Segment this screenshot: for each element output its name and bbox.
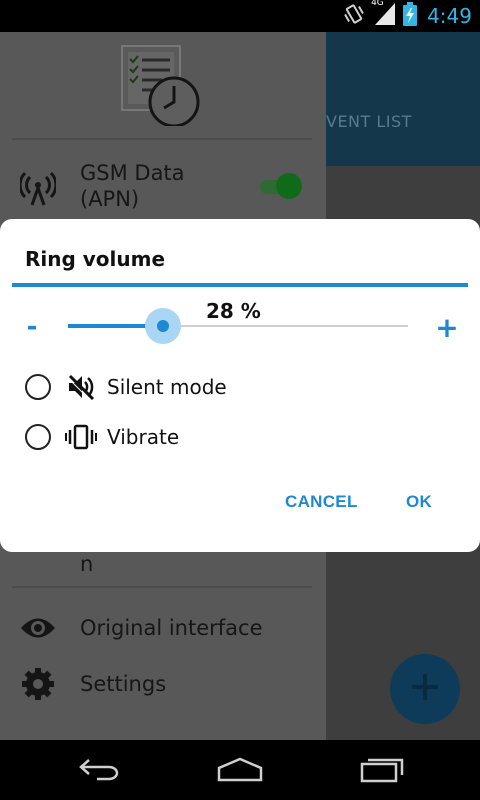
drawer-divider-bottom: [12, 586, 312, 588]
add-fab-button[interactable]: [390, 654, 460, 724]
drawer-item-label: Original interface: [80, 616, 263, 640]
vibrate-icon: [65, 423, 97, 451]
toggle-thumb: [276, 173, 302, 199]
recent-apps-icon: [359, 755, 405, 787]
eye-icon: [20, 610, 56, 646]
dialog-title-divider: [12, 283, 468, 287]
signal-icon: 4G: [371, 0, 396, 29]
antenna-icon: [20, 171, 56, 207]
dialog-title: Ring volume: [25, 247, 166, 271]
gsm-data-label-line1: GSM Data: [80, 161, 185, 185]
status-bar: 4G 4:49: [0, 0, 480, 32]
network-type-label: 4G: [371, 0, 384, 8]
drawer-item-original-interface[interactable]: Original interface: [0, 600, 326, 656]
status-icons: 4G 4:49: [341, 0, 472, 32]
vibrate-radio[interactable]: [25, 424, 51, 450]
silent-mode-option[interactable]: Silent mode: [25, 372, 227, 402]
silent-mode-label: Silent mode: [107, 375, 227, 399]
drawer-item-label: Settings: [80, 672, 167, 696]
home-icon: [216, 756, 264, 786]
back-button[interactable]: [70, 754, 130, 788]
drawer-item-gsm-data[interactable]: GSM Data (APN): [0, 158, 326, 220]
volume-off-icon: [65, 373, 97, 401]
vibrate-option[interactable]: Vibrate: [25, 422, 179, 452]
gear-icon: [20, 666, 56, 702]
volume-decrease-button[interactable]: -: [24, 314, 40, 340]
drawer-item-label: GSM Data (APN): [80, 160, 185, 212]
app-logo-icon: [120, 42, 204, 128]
home-button[interactable]: [210, 754, 270, 788]
plus-icon: [410, 672, 440, 706]
status-time: 4:49: [427, 4, 472, 28]
slider-thumb[interactable]: [157, 320, 169, 332]
silent-mode-radio[interactable]: [25, 374, 51, 400]
recent-apps-button[interactable]: [352, 754, 412, 788]
vibrate-label: Vibrate: [107, 425, 180, 449]
tab-event-list[interactable]: VENT LIST: [326, 112, 412, 131]
ok-button[interactable]: OK: [406, 492, 432, 512]
volume-slider[interactable]: [68, 308, 408, 344]
drawer-partial-text: n: [80, 552, 94, 576]
drawer-item-settings[interactable]: Settings: [0, 656, 326, 712]
ring-volume-dialog: Ring volume - 28 % + Silent mode Vibrate…: [0, 219, 480, 552]
vibrate-status-icon: [341, 2, 367, 30]
battery-icon: [403, 2, 418, 30]
cancel-button[interactable]: CANCEL: [285, 492, 358, 512]
system-nav-bar: [0, 740, 480, 800]
volume-increase-button[interactable]: +: [435, 314, 459, 342]
back-icon: [77, 756, 123, 786]
gsm-data-label-line2: (APN): [80, 187, 140, 211]
drawer-divider-top: [12, 138, 312, 140]
gsm-data-toggle[interactable]: [260, 172, 302, 199]
